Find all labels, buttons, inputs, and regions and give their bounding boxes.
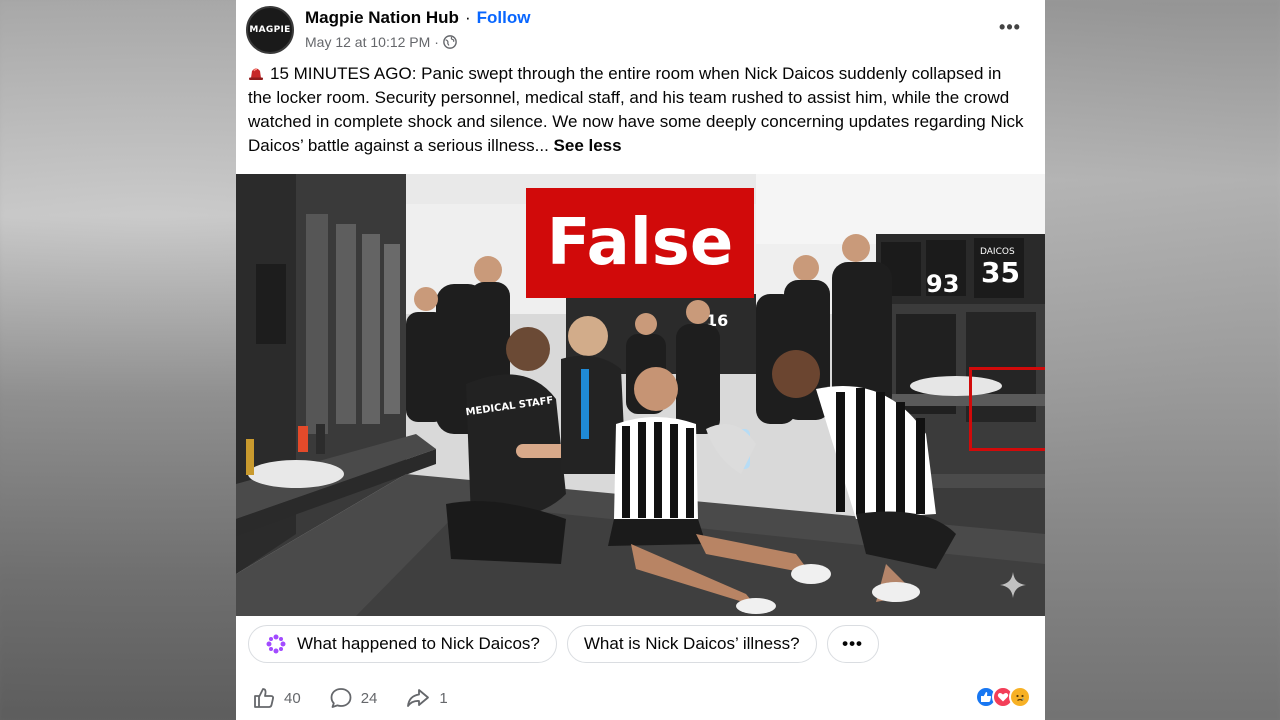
meta-ai-suggestions: What happened to Nick Daicos? What is Ni… bbox=[248, 625, 879, 663]
suggestion-chip-label: What is Nick Daicos’ illness? bbox=[583, 634, 800, 653]
background-right-blur bbox=[1045, 0, 1280, 720]
post-action-bar: 40 24 1 bbox=[252, 684, 476, 712]
post-meta: May 12 at 10:12 PM · bbox=[305, 34, 457, 50]
comment-button[interactable]: 24 bbox=[329, 686, 378, 710]
thumbs-up-icon bbox=[254, 688, 274, 708]
share-count: 1 bbox=[439, 689, 448, 707]
locker-number-35: 35 bbox=[981, 256, 1020, 289]
sad-reaction-icon bbox=[1009, 686, 1031, 708]
post-header: MAGPIE Magpie Nation Hub · Follow May 12 a… bbox=[236, 0, 1045, 62]
post-body-text: 15 MINUTES AGO: Panic swept through the … bbox=[248, 64, 1024, 155]
suggestion-chip[interactable]: What happened to Nick Daicos? bbox=[248, 625, 557, 663]
page-avatar[interactable]: MAGPIE bbox=[246, 6, 294, 54]
follow-button[interactable]: Follow bbox=[477, 8, 531, 27]
globe-icon bbox=[443, 35, 457, 49]
separator-dot: · bbox=[434, 34, 439, 50]
suggestions-more-button[interactable]: ••• bbox=[826, 625, 879, 663]
suggestion-chip[interactable]: What is Nick Daicos’ illness? bbox=[566, 625, 817, 663]
separator-dot: · bbox=[464, 8, 471, 27]
background-left-blur bbox=[0, 0, 236, 720]
comment-bubble-icon bbox=[330, 688, 352, 708]
page-name-line: Magpie Nation Hub · Follow bbox=[305, 8, 530, 28]
ai-sparkle-icon[interactable] bbox=[998, 570, 1028, 600]
suggestion-chip-label: What happened to Nick Daicos? bbox=[297, 634, 540, 653]
share-button[interactable]: 1 bbox=[405, 686, 448, 710]
meta-ai-icon bbox=[266, 634, 286, 654]
fact-check-false-badge: False bbox=[526, 188, 754, 298]
siren-icon bbox=[249, 68, 263, 80]
ai-watermark-highlight-box bbox=[969, 367, 1045, 451]
see-less-link[interactable]: See less bbox=[554, 136, 622, 155]
post-photo[interactable]: 93 35 DAICOS 16 MEDICAL STAFF False bbox=[236, 174, 1045, 616]
post-body: 15 MINUTES AGO: Panic swept through the … bbox=[248, 62, 1028, 158]
locker-number-93: 93 bbox=[926, 270, 959, 298]
comment-count: 24 bbox=[360, 689, 378, 707]
post-card: MAGPIE Magpie Nation Hub · Follow May 12 a… bbox=[236, 0, 1045, 720]
locker-nameplate: DAICOS bbox=[980, 247, 1015, 257]
like-button[interactable]: 40 bbox=[252, 686, 301, 710]
avatar-text: MAGPIE bbox=[249, 25, 291, 35]
reaction-summary[interactable] bbox=[975, 686, 1031, 708]
post-options-button[interactable]: ••• bbox=[995, 14, 1025, 40]
post-timestamp[interactable]: May 12 at 10:12 PM bbox=[305, 34, 430, 50]
share-arrow-icon bbox=[407, 689, 430, 707]
page-name[interactable]: Magpie Nation Hub bbox=[305, 8, 459, 27]
like-count: 40 bbox=[284, 689, 301, 707]
